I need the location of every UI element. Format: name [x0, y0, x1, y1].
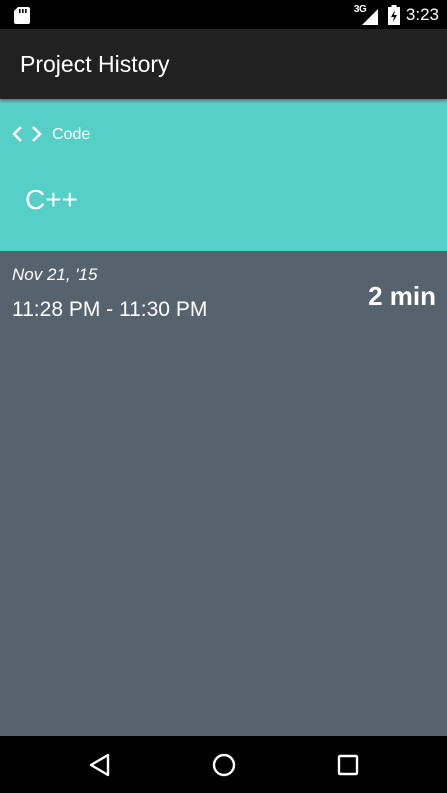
code-icon [12, 126, 42, 142]
history-entry-time-range: 11:28 PM - 11:30 PM [12, 298, 208, 321]
back-icon[interactable] [86, 750, 116, 780]
project-name: C++ [25, 184, 78, 215]
project-category-label: Code [52, 126, 91, 143]
screen: 3G 3:23 Project History Code C++ Nov 21,… [0, 0, 447, 793]
project-header [0, 99, 447, 251]
battery-icon [387, 4, 400, 25]
page-title: Project History [20, 51, 170, 77]
app-bar: Project History [0, 29, 447, 99]
status-bar: 3G 3:23 [0, 0, 447, 29]
status-clock: 3:23 [405, 4, 439, 24]
history-entry-date: Nov 21, '15 [12, 265, 98, 284]
status-indicators: 3G 3:23 [354, 0, 439, 29]
recents-icon[interactable] [333, 750, 363, 780]
sd-card-icon [14, 7, 30, 24]
home-icon[interactable] [209, 750, 239, 780]
history-entry-duration: 2 min [368, 281, 436, 311]
signal-icon [361, 8, 378, 25]
navigation-bar [0, 736, 447, 793]
network-indicator: 3G [354, 4, 378, 25]
